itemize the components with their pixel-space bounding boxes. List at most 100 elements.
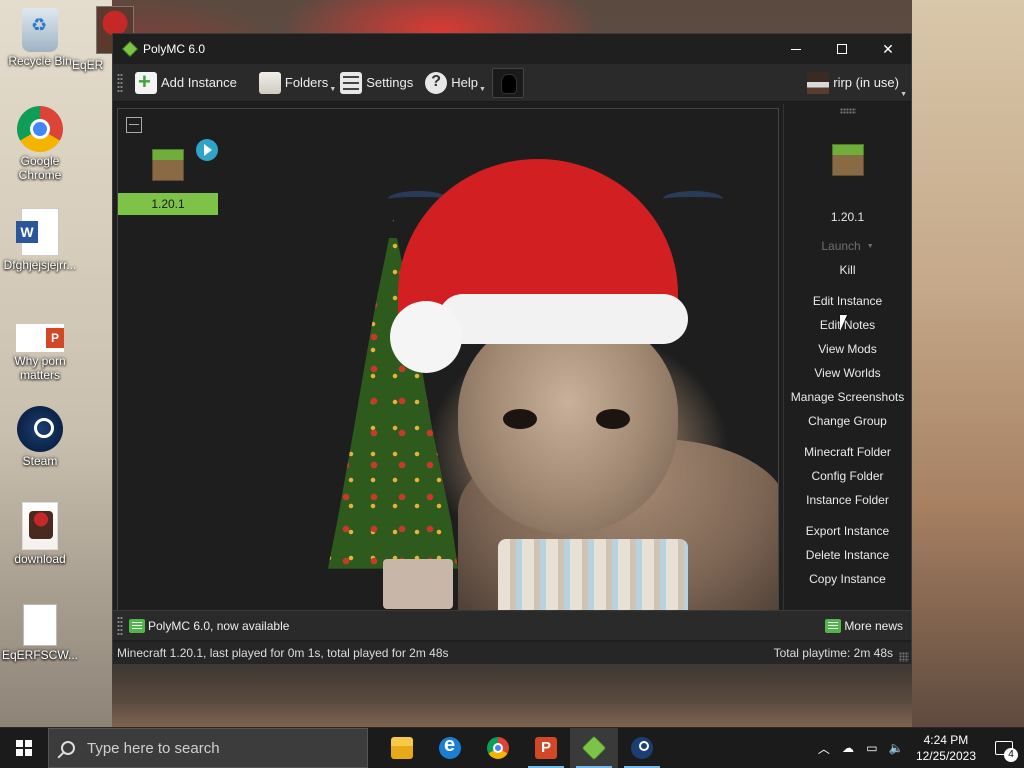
toolbar-grip[interactable] (117, 72, 123, 93)
panel-grip[interactable] (839, 108, 856, 114)
maximize-button[interactable] (819, 34, 865, 64)
taskbar-clock[interactable]: 4:24 PM 12/25/2023 (908, 732, 984, 764)
status-bar: Minecraft 1.20.1, last played for 0m 1s,… (113, 642, 911, 664)
desktop-icon-label: Recycle Bin (8, 54, 72, 68)
add-instance-button[interactable]: Add Instance (129, 67, 243, 99)
resize-grip[interactable] (899, 652, 909, 662)
action-center-button[interactable]: 4 (984, 728, 1024, 768)
recycle-bin-icon (22, 8, 58, 52)
tree-pot-art (383, 559, 453, 609)
steam-icon (631, 737, 653, 759)
desktop-icon-chrome[interactable]: Google Chrome (0, 106, 80, 182)
taskbar-search-box[interactable]: Type here to search (48, 728, 368, 768)
instance-tile[interactable]: 1.20.1 (118, 139, 220, 215)
instance-list[interactable]: 1.20.1 (117, 108, 779, 610)
taskbar-steam[interactable] (618, 728, 666, 768)
cat-icon-button[interactable] (491, 67, 524, 98)
desktop-wallpaper-right (912, 0, 1024, 727)
delete-instance-button[interactable]: Delete Instance (784, 543, 911, 567)
instance-folder-button[interactable]: Instance Folder (784, 488, 911, 512)
desktop-wallpaper-bottom (112, 664, 912, 727)
news-toolbar: PolyMC 6.0, now available More news (113, 610, 911, 640)
search-icon (61, 741, 75, 755)
folders-button[interactable]: Folders ▼ (253, 67, 336, 99)
more-news-label: More news (844, 618, 903, 633)
collapse-group-icon[interactable] (126, 117, 142, 133)
status-instance-info: Minecraft 1.20.1, last played for 0m 1s,… (117, 646, 449, 660)
help-label: Help (451, 75, 478, 90)
taskbar-polymc[interactable] (570, 728, 618, 768)
maximize-icon (837, 44, 847, 54)
cat-eye-art (503, 409, 537, 429)
view-mods-button[interactable]: View Mods (784, 337, 911, 361)
windows-logo-icon (16, 740, 32, 756)
desktop-icon-powerpoint[interactable]: Why porn matters (0, 314, 80, 382)
account-label: rirp (in use) (833, 75, 899, 90)
file-explorer-icon (391, 737, 413, 759)
onedrive-icon[interactable]: ☁ (836, 728, 860, 768)
minecraft-folder-button[interactable]: Minecraft Folder (784, 440, 911, 464)
export-instance-button[interactable]: Export Instance (784, 519, 911, 543)
news-headline[interactable]: PolyMC 6.0, now available (148, 619, 289, 633)
view-worlds-button[interactable]: View Worlds (784, 361, 911, 385)
news-icon (129, 618, 145, 633)
title-bar[interactable]: PolyMC 6.0 ✕ (113, 34, 911, 64)
search-placeholder: Type here to search (87, 739, 220, 757)
desktop-icon-download[interactable]: download (0, 502, 80, 566)
settings-label: Settings (366, 75, 414, 90)
show-hidden-icons-button[interactable]: ︿ (812, 728, 836, 768)
settings-icon (340, 71, 363, 94)
blank-file-icon (23, 604, 57, 646)
network-icon[interactable]: ▭ (860, 728, 884, 768)
change-group-button[interactable]: Change Group (784, 409, 911, 433)
clock-time: 4:24 PM (923, 733, 969, 747)
more-news-button[interactable]: More news (825, 618, 903, 633)
horn-art (663, 191, 723, 207)
minimize-button[interactable] (773, 34, 819, 64)
close-button[interactable]: ✕ (865, 34, 911, 64)
edit-instance-button[interactable]: Edit Instance (784, 289, 911, 313)
instance-side-panel: 1.20.1 Launch ▼ Kill Edit Instance Edit N… (783, 104, 911, 610)
taskbar-chrome[interactable] (474, 728, 522, 768)
gift-box-art (498, 539, 688, 610)
taskbar-powerpoint[interactable] (522, 728, 570, 768)
edit-notes-button[interactable]: Edit Notes (784, 313, 911, 337)
dropdown-caret-icon: ▼ (900, 90, 907, 98)
desktop-icon-label: EqERFSCW... (1, 648, 78, 662)
help-button[interactable]: Help ▼ (419, 67, 486, 99)
desktop-icon-file[interactable]: EqERFSCW... (0, 604, 80, 662)
desktop-icon-word-doc[interactable]: Dfghjejsjejrr... (0, 208, 80, 272)
desktop-icon-label: download (14, 552, 66, 566)
desktop-icon-recycle-bin[interactable]: Recycle Bin (0, 6, 80, 68)
launch-label: Launch (821, 239, 861, 253)
chrome-icon (487, 737, 509, 759)
cat-eye-art (596, 409, 630, 429)
settings-button[interactable]: Settings (334, 67, 419, 99)
add-instance-label: Add Instance (161, 75, 237, 90)
kill-button[interactable]: Kill (784, 258, 911, 282)
manage-screenshots-button[interactable]: Manage Screenshots (784, 385, 911, 409)
instance-grass-block-icon[interactable] (831, 144, 864, 176)
instance-name: 1.20.1 (118, 193, 218, 215)
volume-muted-icon[interactable]: 🔈 (884, 728, 908, 768)
copy-instance-button[interactable]: Copy Instance (784, 567, 911, 591)
main-body: 1.20.1 1.20.1 Launch ▼ Kill Edit Instance… (113, 104, 911, 610)
desktop-icon-steam[interactable]: Steam (0, 406, 80, 468)
account-button[interactable]: rirp (in use) ▼ (807, 71, 911, 98)
config-folder-button[interactable]: Config Folder (784, 464, 911, 488)
santa-hat-pom-art (390, 301, 462, 373)
launch-button[interactable]: Launch ▼ (784, 234, 911, 258)
running-play-icon (196, 139, 218, 161)
desktop-icon-label: Google Chrome (18, 154, 62, 182)
close-icon: ✕ (882, 40, 894, 57)
taskbar-file-explorer[interactable] (378, 728, 426, 768)
powerpoint-icon (16, 324, 64, 352)
news-icon (825, 618, 842, 633)
desktop-icon-label: Steam (22, 454, 58, 468)
selected-instance-name[interactable]: 1.20.1 (784, 210, 911, 224)
folder-icon (258, 71, 281, 94)
start-button[interactable] (0, 728, 48, 768)
main-toolbar: Add Instance Folders ▼ Settings Help ▼ r… (113, 64, 911, 102)
taskbar-edge[interactable] (426, 728, 474, 768)
toolbar-grip[interactable] (117, 615, 123, 636)
